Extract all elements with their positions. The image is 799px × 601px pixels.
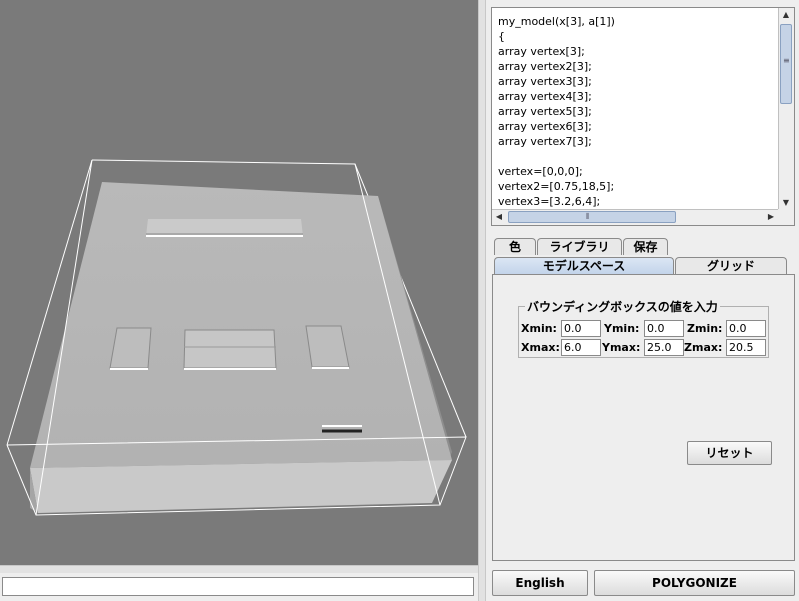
zmin-label: Zmin:	[687, 322, 723, 335]
tab-model-space[interactable]: モデルスペース	[494, 257, 674, 274]
3d-viewport[interactable]	[0, 0, 479, 565]
code-line: array vertex4[3];	[498, 90, 592, 103]
code-line: my_model(x[3], a[1])	[498, 15, 615, 28]
model-button-left	[109, 327, 152, 370]
code-line: vertex=[0,0,0];	[498, 165, 583, 178]
scroll-left-arrow-icon[interactable]: ◀	[492, 210, 506, 224]
bounding-box-title: バウンディングボックスの値を入力	[525, 298, 720, 315]
code-line: vertex2=[0.75,18,5];	[498, 180, 615, 193]
horizontal-splitter[interactable]	[0, 565, 478, 573]
code-line: array vertex[3];	[498, 45, 585, 58]
scroll-down-arrow-icon[interactable]: ▼	[779, 196, 793, 210]
code-line: array vertex2[3];	[498, 60, 592, 73]
code-text[interactable]: my_model(x[3], a[1]) { array vertex[3]; arr…	[492, 8, 777, 210]
tab-grid[interactable]: グリッド	[675, 257, 787, 274]
english-button[interactable]: English	[492, 570, 588, 596]
tab-library[interactable]: ライブラリ	[537, 238, 622, 255]
grip-icon: ⦀	[586, 212, 590, 221]
ymin-field[interactable]: 0.0	[644, 320, 684, 337]
code-line: array vertex7[3];	[498, 135, 592, 148]
model-center-block	[183, 329, 277, 370]
code-line: array vertex3[3];	[498, 75, 592, 88]
xmin-label: Xmin:	[521, 322, 557, 335]
scroll-corner	[778, 209, 794, 225]
model-space-panel: バウンディングボックスの値を入力 Xmin: 0.0 Ymin: 0.0 Zmi…	[492, 274, 795, 561]
code-line: array vertex5[3];	[498, 105, 592, 118]
scroll-up-arrow-icon[interactable]: ▲	[779, 8, 793, 22]
xmin-field[interactable]: 0.0	[561, 320, 601, 337]
model-front	[30, 460, 452, 513]
zmax-field[interactable]: 20.5	[726, 339, 766, 356]
horizontal-scroll-thumb[interactable]	[508, 211, 676, 223]
grip-icon: ≡	[783, 56, 790, 65]
vertical-scrollbar[interactable]: ▲ ≡ ▼	[778, 8, 794, 210]
reset-button[interactable]: リセット	[687, 441, 772, 465]
xmax-label: Xmax:	[521, 341, 560, 354]
tab-color[interactable]: 色	[494, 238, 536, 255]
zmin-field[interactable]: 0.0	[726, 320, 766, 337]
xmax-field[interactable]: 6.0	[561, 339, 601, 356]
code-editor[interactable]: my_model(x[3], a[1]) { array vertex[3]; arr…	[491, 7, 795, 226]
model-slot	[146, 219, 303, 237]
code-line: {	[498, 30, 505, 43]
code-line: vertex3=[3.2,6,4];	[498, 195, 601, 208]
model-button-right	[305, 325, 350, 369]
ymax-label: Ymax:	[602, 341, 641, 354]
ymax-field[interactable]: 25.0	[644, 339, 684, 356]
status-input[interactable]	[2, 577, 474, 596]
polygonize-button[interactable]: POLYGONIZE	[594, 570, 795, 596]
tab-save[interactable]: 保存	[623, 238, 668, 255]
ymin-label: Ymin:	[604, 322, 640, 335]
zmax-label: Zmax:	[684, 341, 723, 354]
code-line: array vertex6[3];	[498, 120, 592, 133]
vertical-splitter[interactable]	[478, 0, 486, 601]
scroll-right-arrow-icon[interactable]: ▶	[764, 210, 778, 224]
model-render	[6, 159, 467, 516]
horizontal-scrollbar[interactable]: ◀ ⦀ ▶	[492, 209, 778, 225]
